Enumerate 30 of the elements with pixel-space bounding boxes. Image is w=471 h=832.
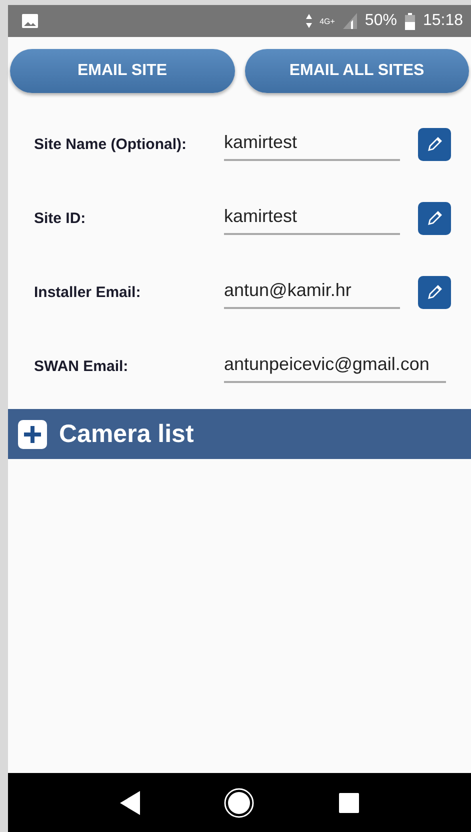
- edit-button[interactable]: [418, 128, 451, 160]
- field-label: SWAN Email:: [34, 358, 130, 374]
- edit-button[interactable]: [418, 202, 451, 234]
- recents-icon[interactable]: [338, 792, 359, 812]
- battery-icon: [404, 12, 415, 30]
- expand-button[interactable]: [18, 420, 47, 448]
- pencil-icon: [426, 135, 444, 153]
- clock: 15:18: [422, 12, 463, 30]
- email-button[interactable]: EMAIL SITE: [10, 49, 234, 93]
- field-label: Installer Email:: [34, 284, 142, 300]
- edit-button[interactable]: [418, 276, 451, 308]
- section-header[interactable]: Camera list: [8, 409, 471, 459]
- section-title: Camera list: [59, 420, 194, 448]
- field-label: Site ID:: [34, 210, 87, 226]
- back-icon[interactable]: [120, 790, 140, 814]
- input-field[interactable]: antun@kamir.hr: [224, 276, 400, 308]
- signal-icon: [342, 13, 357, 29]
- plus-icon: [24, 426, 41, 442]
- input-field[interactable]: kamirtest: [224, 202, 400, 234]
- battery-percent: 50%: [364, 12, 397, 30]
- picture-icon: [22, 14, 38, 28]
- pencil-icon: [426, 209, 444, 227]
- network-type: 4G+: [320, 16, 335, 26]
- data-arrows-icon: [306, 14, 312, 28]
- input-field[interactable]: antunpeicevic@gmail.con: [224, 350, 446, 382]
- input-field[interactable]: kamirtest: [224, 128, 400, 160]
- email-button[interactable]: EMAIL ALL SITES: [244, 49, 469, 93]
- home-icon[interactable]: [224, 788, 254, 818]
- pencil-icon: [426, 283, 444, 301]
- field-label: Site Name (Optional):: [34, 136, 188, 152]
